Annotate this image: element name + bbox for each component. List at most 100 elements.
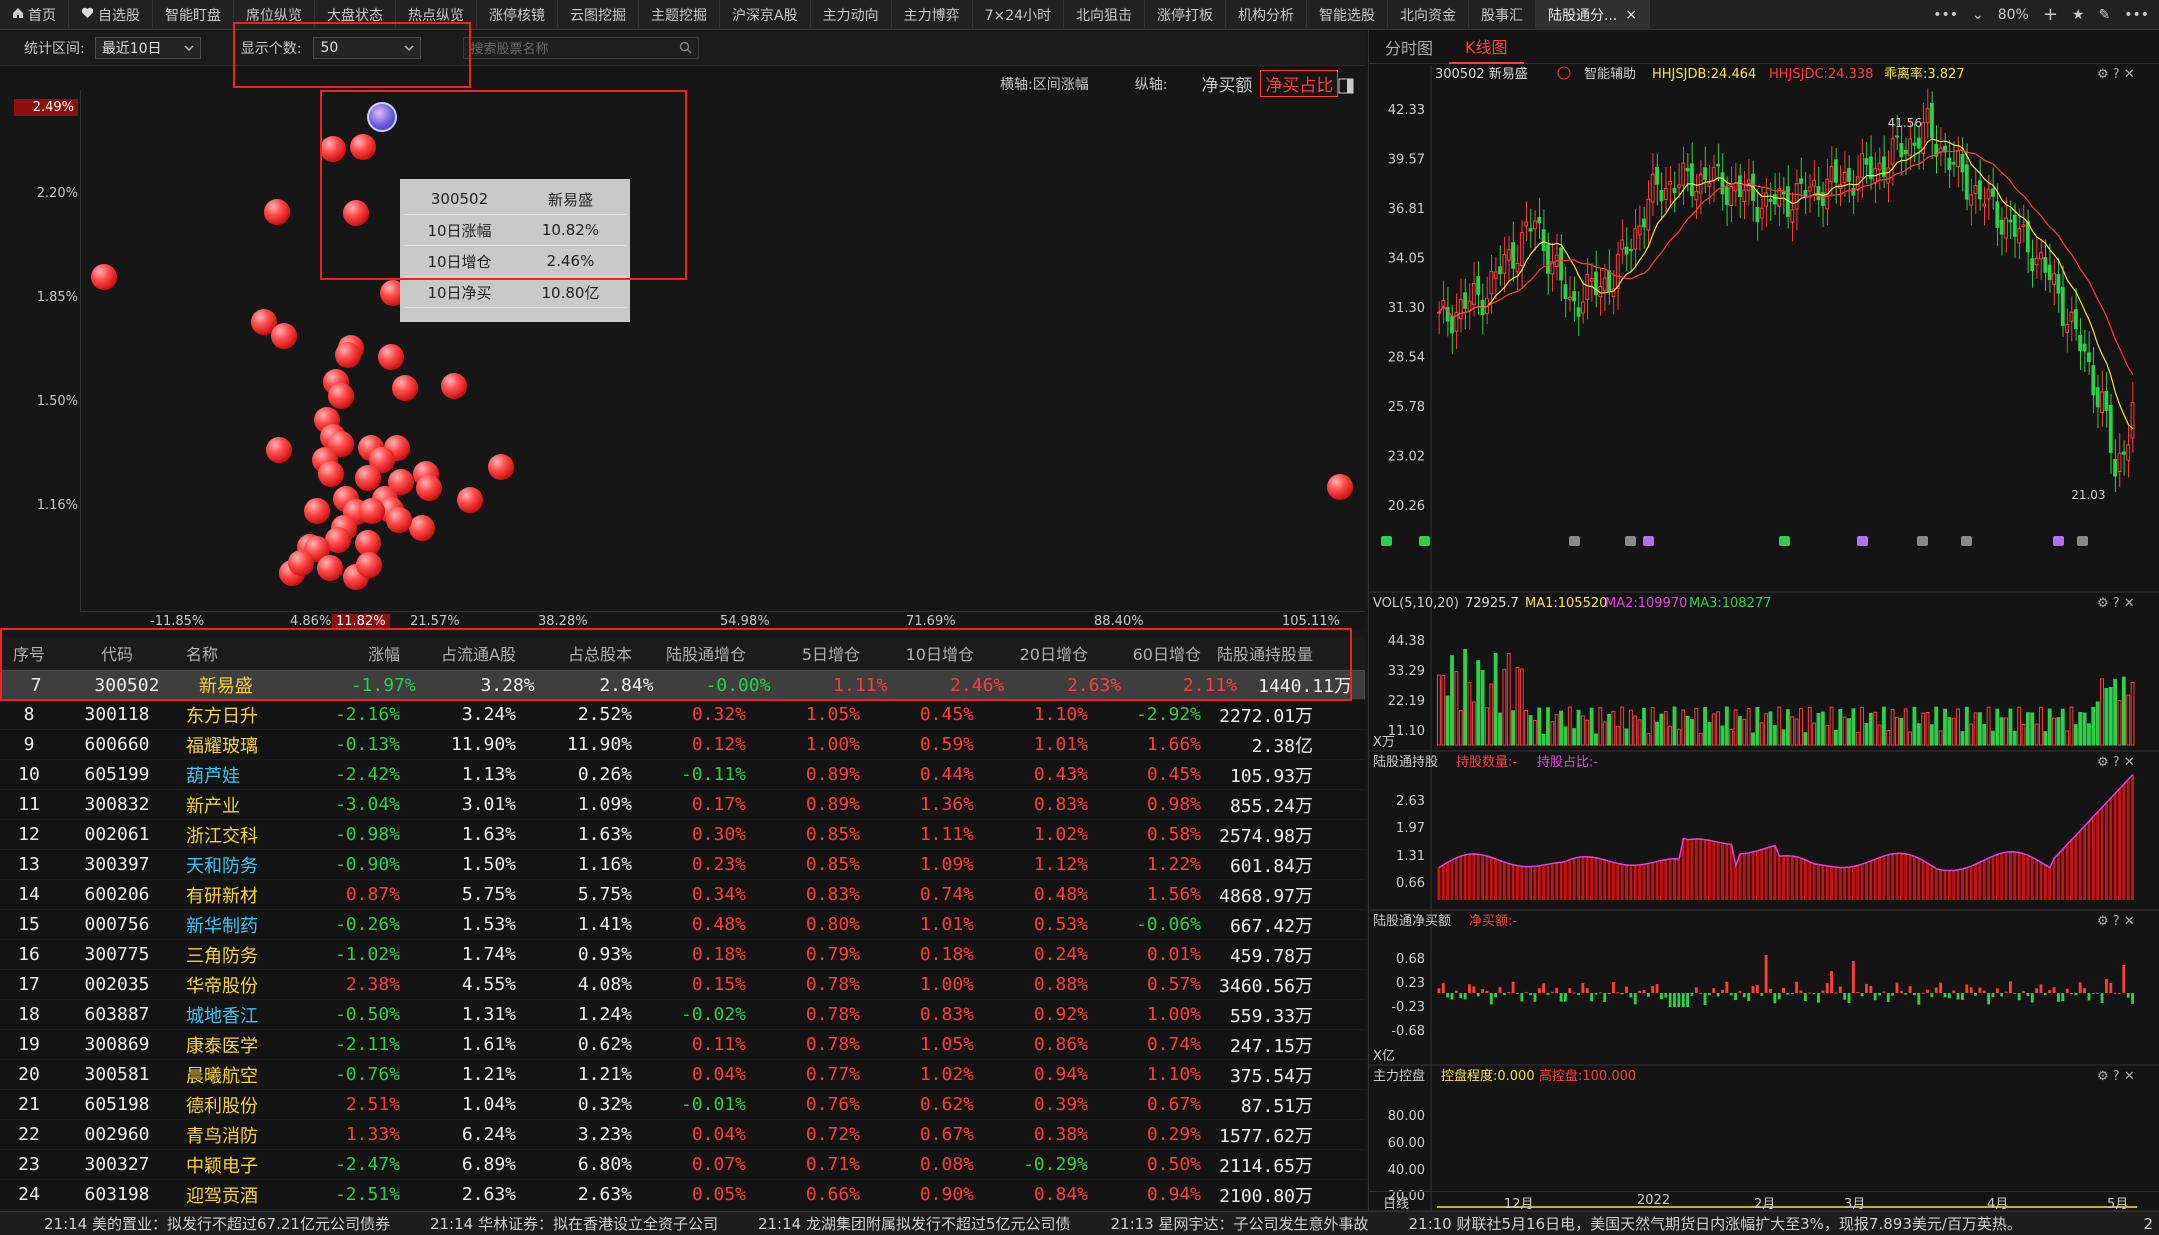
event-marker-icon[interactable] [2077,536,2088,546]
tab-14[interactable]: 涨停打板 [1145,0,1227,30]
dropdown-icon[interactable] [1557,66,1571,80]
stock-dot[interactable] [378,344,404,370]
settings-icon[interactable]: ⚙ ? ✕ [2097,1069,2135,1084]
table-row[interactable]: 14 600206 有研新材 0.87% 5.75% 5.75% 0.34% 0.83% 0.7… [0,880,1365,910]
stock-dot[interactable] [264,199,290,225]
stock-dot[interactable] [91,264,117,290]
table-row[interactable]: 24 603198 迎驾贡酒 -2.51% 2.63% 2.63% 0.05% 0.66% 0.… [0,1180,1365,1210]
count-select[interactable]: 50 [313,36,422,59]
table-row[interactable]: 16 300775 三角防务 -1.02% 1.74% 0.93% 0.18% 0.79% 0.… [0,940,1365,970]
stock-dot[interactable] [457,487,483,513]
tab-5[interactable]: 热点纵览 [396,0,477,30]
stock-dot[interactable] [488,454,514,480]
settings-icon[interactable]: ⚙ ? ✕ [2097,755,2135,770]
tab-kline[interactable]: K线图 [1449,30,1524,64]
stock-dot[interactable] [392,375,418,401]
settings-icon[interactable]: ⚙ ? ✕ [2097,914,2135,929]
tab-1[interactable]: 自选股 [69,0,153,30]
stock-dot[interactable] [320,136,346,162]
tab-11[interactable]: 主力博弈 [892,0,973,30]
table-row[interactable]: 23 300327 中颖电子 -2.47% 6.89% 6.80% 0.07% 0.71% 0.… [0,1150,1365,1180]
stock-dot[interactable] [317,555,343,581]
stock-dot[interactable] [335,342,361,368]
table-row[interactable]: 9 600660 福耀玻璃 -0.13% 11.90% 11.90% 0.12% 1.00% 0… [0,730,1365,760]
stock-dot[interactable] [356,552,382,578]
table-row[interactable]: 20 300581 晨曦航空 -0.76% 1.21% 1.21% 0.04% 0.77% 1.… [0,1060,1365,1090]
column-header[interactable]: 占流通A股 [406,641,522,665]
event-marker-icon[interactable] [2053,536,2064,546]
column-header[interactable]: 涨幅 [303,641,406,665]
column-header[interactable]: 20日增仓 [980,641,1094,665]
column-header[interactable]: 名称 [176,641,303,665]
event-marker-icon[interactable] [1419,536,1430,546]
column-header[interactable]: 陆股通增仓 [638,641,752,665]
edit-icon[interactable]: ✎ [2098,7,2110,23]
table-row[interactable]: 15 000756 新华制药 -0.26% 1.53% 1.41% 0.48% 0.80% 1.… [0,910,1365,940]
stock-dot[interactable] [386,507,412,533]
tab-17[interactable]: 北向资金 [1388,0,1470,30]
tab-6[interactable]: 涨停核镜 [477,0,558,30]
tab-3[interactable]: 席位纵览 [234,0,315,30]
tab-12[interactable]: 7×24小时 [973,0,1065,30]
stock-dot[interactable] [441,373,467,399]
stock-dot[interactable] [271,323,297,349]
event-marker-icon[interactable] [1569,536,1580,546]
tab-13[interactable]: 北向狙击 [1064,0,1146,30]
event-marker-icon[interactable] [1961,536,1972,546]
tab-4[interactable]: 大盘状态 [315,0,396,30]
star-icon[interactable]: ★ [2072,7,2085,23]
stock-dot[interactable] [350,134,376,160]
news-item[interactable]: 21:13 星网宇达：子公司发生意外事故 [1111,1213,1369,1234]
column-header[interactable]: 占总股本 [522,641,638,665]
stock-dot[interactable] [328,383,354,409]
table-row[interactable]: 22 002960 青鸟消防 1.33% 6.24% 3.23% 0.04% 0.72% 0.6… [0,1120,1365,1150]
stock-dot[interactable] [1327,474,1353,500]
event-marker-icon[interactable] [1857,536,1868,546]
close-icon[interactable]: × [1625,7,1637,23]
tab-10[interactable]: 主力动向 [811,0,892,30]
tab-18[interactable]: 股事汇 [1469,0,1537,30]
stock-dot[interactable] [359,498,385,524]
tab-16[interactable]: 智能选股 [1307,0,1389,30]
tab-intraday[interactable]: 分时图 [1369,30,1449,64]
table-row[interactable]: 17 002035 华帝股份 2.38% 4.55% 4.08% 0.15% 0.78% 1.0… [0,970,1365,1000]
column-header[interactable]: 代码 [58,641,176,665]
period-select[interactable]: 最近10日 [94,36,201,59]
news-item[interactable]: 21:14 美的置业：拟发行不超过67.21亿元公司债券 [44,1213,390,1234]
stock-dot[interactable] [318,461,344,487]
table-row[interactable]: 10 605199 葫芦娃 -2.42% 1.13% 0.26% -0.11% 0.89% 0.… [0,760,1365,790]
event-marker-icon[interactable] [1917,536,1928,546]
tab-0[interactable]: 首页 [0,0,69,30]
stock-dot[interactable] [409,515,435,541]
more-icon[interactable]: ••• [1933,7,1958,23]
column-header[interactable]: 10日增仓 [866,641,980,665]
stock-dot[interactable] [288,550,314,576]
event-marker-icon[interactable] [1643,536,1654,546]
chevron-down-icon[interactable]: ⌄ [1972,7,1984,23]
stock-search-input[interactable]: 搜索股票名称 [463,36,700,59]
stock-dot[interactable] [343,200,369,226]
column-header[interactable]: 序号 [0,641,58,665]
event-marker-icon[interactable] [1381,536,1392,546]
column-header[interactable]: 陆股通持股量 [1207,641,1319,665]
tab-19[interactable]: 陆股通分... × [1536,0,1651,30]
table-row[interactable]: 7 300502 新易盛 -1.97% 3.28% 2.84% -0.00% 1.11% 2.4… [0,670,1365,700]
news-item[interactable]: 21:14 华林证券：拟在香港设立全资子公司 [430,1213,718,1234]
table-row[interactable]: 12 002061 浙江交科 -0.98% 1.63% 1.63% 0.30% 0.85% 1.… [0,820,1365,850]
stock-dot[interactable] [266,437,292,463]
event-marker-icon[interactable] [1779,536,1790,546]
news-item[interactable]: 21:14 龙湖集团附属拟发行不超过5亿元公司债 [758,1213,1071,1234]
column-header[interactable]: 5日增仓 [752,641,866,665]
plus-icon[interactable]: + [2043,4,2058,25]
stock-dot[interactable] [416,475,442,501]
news-item[interactable]: 21:10 财联社5月16日电，美国天然气期货日内涨幅扩大至3%，现报7.893… [1409,1213,2022,1234]
table-row[interactable]: 8 300118 东方日升 -2.16% 3.24% 2.52% 0.32% 1.05% 0.4… [0,700,1365,730]
table-row[interactable]: 18 603887 城地香江 -0.50% 1.31% 1.24% -0.02% 0.78% 0… [0,1000,1365,1030]
settings-icon[interactable]: ⚙ ? ✕ [2097,67,2135,82]
table-row[interactable]: 19 300869 康泰医学 -2.11% 1.61% 0.62% 0.11% 0.78% 1.… [0,1030,1365,1060]
table-row[interactable]: 21 605198 德利股份 2.51% 1.04% 0.32% -0.01% 0.76% 0.… [0,1090,1365,1120]
table-row[interactable]: 13 300397 天和防务 -0.90% 1.50% 1.16% 0.23% 0.85% 1.… [0,850,1365,880]
tab-15[interactable]: 机构分析 [1226,0,1308,30]
settings-icon[interactable]: ⚙ ? ✕ [2097,596,2135,611]
column-header[interactable]: 60日增仓 [1094,641,1207,665]
